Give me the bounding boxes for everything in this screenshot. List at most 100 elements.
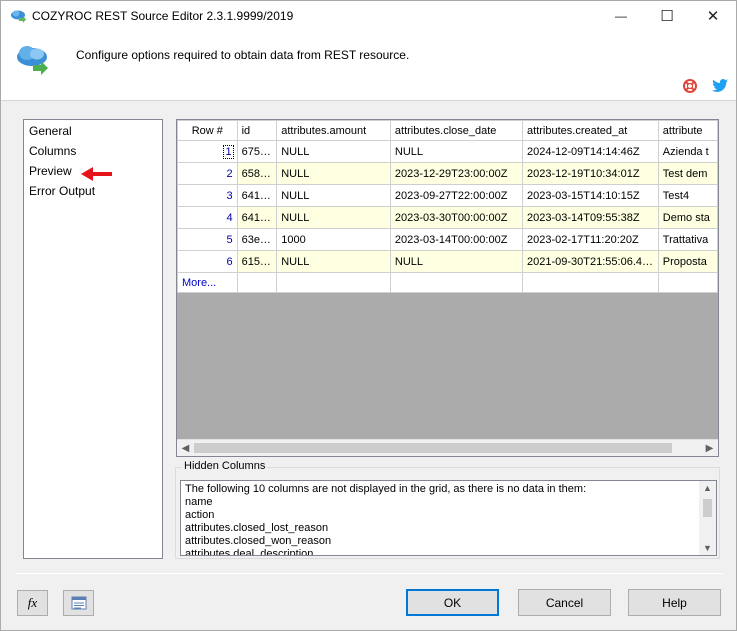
grid-cell: 2023-03-15T14:10:15Z [522,184,659,207]
row-number-cell: 4 [177,206,238,229]
expression-button[interactable]: fx [17,590,48,616]
grid-cell: 615… [236,250,278,273]
cancel-button[interactable]: Cancel [518,589,611,616]
horizontal-scroll-thumb[interactable] [194,443,672,453]
red-arrow-icon [81,167,112,181]
header-description: Configure options required to obtain dat… [76,48,410,62]
scroll-down-icon[interactable]: ▼ [699,541,716,555]
grid-cell: Trattativa [657,228,718,251]
grid-cell: NULL [276,250,391,273]
twitter-icon[interactable] [712,79,728,93]
row-number-cell: 3 [177,184,238,207]
cloud-icon [11,10,26,23]
row-number-cell: 2 [177,162,238,185]
table-row[interactable]: 6 615… NULL NULL 2021-09-30T21:55:06.4… … [177,250,718,273]
grid-cell: 2023-02-17T11:20:20Z [522,228,659,251]
grid-cell: 2023-09-27T22:00:00Z [389,184,524,207]
script-button[interactable] [63,590,94,616]
grid-cell: 675… [236,140,278,163]
grid-cell: NULL [276,206,391,229]
vertical-scrollbar[interactable]: ▲ ▼ [699,481,716,555]
grid-cell: 641… [236,206,278,229]
window-title: COZYROC REST Source Editor 2.3.1.9999/20… [32,9,294,23]
grid-cell: 2023-03-30T00:00:00Z [389,206,524,229]
hidden-columns-line: attributes.closed_won_reason [185,535,332,547]
navigation-list: General Columns Preview Error Output [23,119,163,559]
header-panel: Configure options required to obtain dat… [1,31,736,101]
hidden-columns-group: Hidden Columns The following 10 columns … [175,460,720,559]
hidden-columns-line: attributes.deal_description [185,548,314,556]
scroll-up-icon[interactable]: ▲ [699,481,716,495]
table-row[interactable]: 5 63e… 1000 2023-03-14T00:00:00Z 2023-02… [177,228,718,251]
preview-table: Row # id attributes.amount attributes.cl… [177,120,718,293]
vertical-scroll-thumb[interactable] [703,499,712,517]
hidden-columns-legend: Hidden Columns [182,460,268,472]
column-header-id[interactable]: id [236,120,278,141]
empty-cell [389,272,524,293]
help-button[interactable]: Help [628,589,721,616]
grid-cell: 2023-03-14T09:55:38Z [522,206,659,229]
grid-cell: Test dem [657,162,718,185]
title-bar: COZYROC REST Source Editor 2.3.1.9999/20… [1,1,736,31]
empty-cell [236,272,278,293]
nav-item-preview[interactable]: Preview [29,164,72,180]
document-icon [71,596,86,610]
scroll-right-icon[interactable]: ▶ [701,440,718,456]
table-row[interactable]: 4 641… NULL 2023-03-30T00:00:00Z 2023-03… [177,206,718,229]
grid-cell: NULL [389,140,524,163]
table-row[interactable]: 1 675… NULL NULL 2024-12-09T14:14:46Z Az… [177,140,718,163]
grid-cell: 2023-03-14T00:00:00Z [389,228,524,251]
hidden-columns-line: attributes.closed_lost_reason [185,522,329,534]
nav-item-general[interactable]: General [29,124,72,140]
row-number-cell: 6 [177,250,238,273]
table-row[interactable]: 2 658… NULL 2023-12-29T23:00:00Z 2023-12… [177,162,718,185]
scroll-left-icon[interactable]: ◀ [177,440,194,456]
more-link[interactable]: More... [182,277,216,289]
horizontal-scrollbar[interactable]: ◀ ▶ [177,439,718,456]
table-row[interactable]: 3 641… NULL 2023-09-27T22:00:00Z 2023-03… [177,184,718,207]
grid-cell: Test4 [657,184,718,207]
hidden-columns-line: The following 10 columns are not display… [185,483,587,495]
hidden-columns-textbox[interactable]: The following 10 columns are not display… [180,480,717,556]
nav-item-columns[interactable]: Columns [29,144,76,160]
row-number-cell: 5 [177,228,238,251]
fx-icon: fx [27,595,38,610]
preview-grid[interactable]: Row # id attributes.amount attributes.cl… [176,119,719,457]
grid-cell: 63e… [236,228,278,251]
grid-cell: 2024-12-09T14:14:46Z [522,140,659,163]
hidden-columns-line: action [185,509,215,521]
row-number-focused: 1 [223,144,234,159]
grid-cell: NULL [276,184,391,207]
empty-cell [657,272,718,293]
grid-cell: 2023-12-29T23:00:00Z [389,162,524,185]
grid-cell: NULL [389,250,524,273]
grid-cell: 641… [236,184,278,207]
lifebuoy-icon[interactable] [683,79,697,93]
column-header-created-at[interactable]: attributes.created_at [522,120,659,141]
column-header-close-date[interactable]: attributes.close_date [389,120,524,141]
grid-cell: NULL [276,162,391,185]
empty-cell [522,272,659,293]
grid-cell: Demo sta [657,206,718,229]
column-header-attribute[interactable]: attribute [657,120,718,141]
hidden-columns-line: name [185,496,213,508]
ok-button[interactable]: OK [406,589,499,616]
maximize-button[interactable]: ☐ [644,1,690,31]
cloud-transfer-icon [17,46,48,75]
grid-cell: 1000 [276,228,391,251]
column-header-row-number[interactable]: Row # [177,120,238,141]
close-button[interactable]: ✕ [690,1,736,31]
grid-cell: 2021-09-30T21:55:06.4… [522,250,659,273]
grid-cell: Azienda t [657,140,718,163]
close-icon: ✕ [706,8,720,25]
more-row: More... [177,272,718,293]
row-number-cell: 1 [177,140,238,163]
editor-window: COZYROC REST Source Editor 2.3.1.9999/20… [0,0,737,631]
empty-cell [276,272,391,293]
nav-item-error-output[interactable]: Error Output [29,184,95,200]
minimize-button[interactable]: — [598,1,644,31]
more-cell: More... [177,272,238,293]
maximize-icon: ☐ [660,8,674,25]
minimize-icon: — [615,9,627,23]
column-header-amount[interactable]: attributes.amount [276,120,391,141]
